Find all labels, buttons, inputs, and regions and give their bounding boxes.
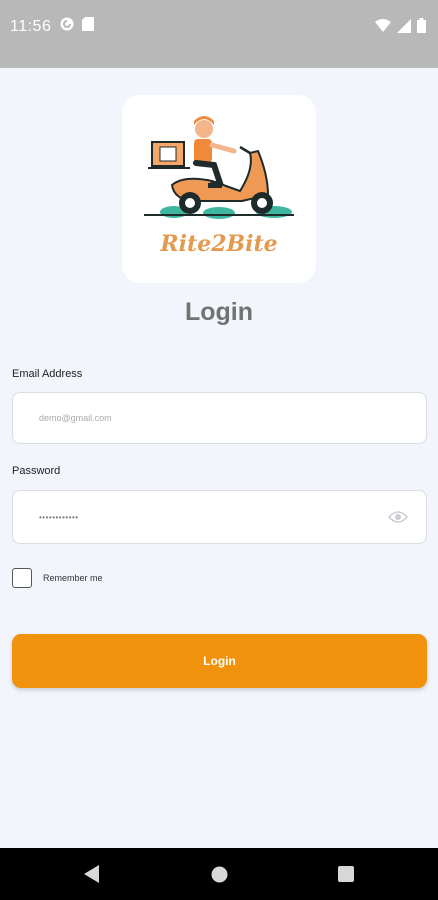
email-input[interactable] [39,393,359,443]
recents-icon[interactable] [336,864,356,884]
brand-name: Rite2Bite [160,231,278,257]
pocket-casts-icon [60,17,74,31]
navigation-bar [0,848,438,900]
logo-card: Rite2Bite [122,95,316,283]
password-label: Password [12,465,61,477]
email-label: Email Address [12,368,83,380]
page-title: Login [184,298,254,326]
delivery-scooter-icon [144,116,294,219]
email-field[interactable] [12,392,427,444]
battery-icon [417,18,426,33]
remember-me-checkbox[interactable] [12,568,32,588]
back-icon[interactable] [82,864,102,884]
status-bar: 11:56 [0,0,438,68]
signal-icon [397,18,411,33]
wifi-icon [375,19,391,32]
status-right-icons [375,18,426,33]
password-input[interactable]: •••••••••••• [39,491,359,543]
sim-card-icon [82,17,94,31]
home-icon[interactable] [209,864,229,884]
login-button[interactable]: Login [12,634,427,688]
eye-icon[interactable] [388,510,408,524]
remember-me-label[interactable]: Remember me [43,573,103,583]
password-field[interactable]: •••••••••••• [12,490,427,544]
status-left-icons [60,17,94,31]
status-time: 11:56 [10,18,52,35]
